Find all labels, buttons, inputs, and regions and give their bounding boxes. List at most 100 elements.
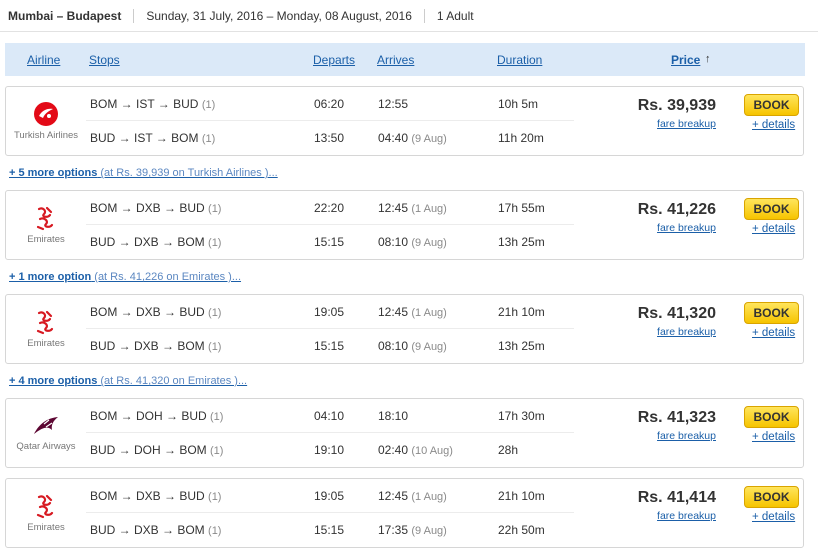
passenger-count: 1 Adult xyxy=(436,8,474,23)
airline-logo: Turkish Airlines xyxy=(6,87,86,155)
emirates-icon xyxy=(35,309,57,335)
depart-time: 06:20 xyxy=(314,97,345,111)
arrive-time: 12:45 (1 Aug) xyxy=(378,305,447,319)
emirates-icon xyxy=(35,493,57,519)
depart-time: 19:05 xyxy=(314,305,345,319)
fare-breakup-link[interactable]: fare breakup xyxy=(596,222,716,234)
details-link[interactable]: + details xyxy=(752,431,795,443)
fare-breakup-link[interactable]: fare breakup xyxy=(596,430,716,442)
arrive-date-note: (9 Aug) xyxy=(411,133,447,145)
more-options-detail: (at Rs. 41,226 on Emirates )... xyxy=(94,271,242,283)
details-link[interactable]: + details xyxy=(752,223,795,235)
flight-leg-row[interactable]: BUD → IST → BOM (1) 13:50 04:40 (9 Aug) 11h… xyxy=(86,121,574,155)
arrive-date-note: (9 Aug) xyxy=(411,341,447,353)
sort-airline-link[interactable]: Airline xyxy=(27,53,60,67)
search-summary-bar: Mumbai – Budapest Sunday, 31 July, 2016 … xyxy=(0,0,818,32)
more-options-link[interactable]: + 4 more options (at Rs. 41,320 on Emira… xyxy=(9,375,247,387)
more-options-count: + 5 more options xyxy=(9,167,98,179)
flight-leg-row[interactable]: BUD → DXB → BOM (1) 15:15 17:35 (9 Aug) 22h… xyxy=(86,513,574,547)
price-amount: Rs. 41,414 xyxy=(637,489,716,506)
flight-leg-row[interactable]: BUD → DXB → BOM (1) 15:15 08:10 (9 Aug) 13h… xyxy=(86,225,574,259)
leg-route: BUD → DXB → BOM (1) xyxy=(90,339,222,353)
stop-count: (1) xyxy=(201,133,216,145)
flight-leg-row[interactable]: BOM → DOH → BUD (1) 04:10 18:10 17h 30m xyxy=(86,399,574,433)
arrive-time: 12:45 (1 Aug) xyxy=(378,201,447,215)
leg-route: BOM → DXB → BUD (1) xyxy=(90,489,222,503)
airline-logo: Emirates xyxy=(6,479,86,547)
flight-leg-row[interactable]: BOM → DXB → BUD (1) 19:05 12:45 (1 Aug) 21h… xyxy=(86,479,574,513)
airline-name: Turkish Airlines xyxy=(13,130,79,141)
route-title: Mumbai – Budapest xyxy=(8,8,122,23)
result-card: Emirates BOM → DXB → BUD (1) 19:05 12:45 (1… xyxy=(5,294,804,364)
arrive-time: 12:55 xyxy=(378,97,409,111)
details-link[interactable]: + details xyxy=(752,511,795,523)
flight-leg-row[interactable]: BOM → DXB → BUD (1) 19:05 12:45 (1 Aug) 21h… xyxy=(86,295,574,329)
sort-stops-link[interactable]: Stops xyxy=(89,53,120,67)
arrive-time: 17:35 (9 Aug) xyxy=(378,523,447,537)
more-options-detail: (at Rs. 41,320 on Emirates )... xyxy=(100,375,248,387)
leg-duration: 22h 50m xyxy=(498,523,545,537)
stop-count: (1) xyxy=(208,491,222,503)
airline-name: Emirates xyxy=(27,338,65,349)
leg-duration: 11h 20m xyxy=(498,131,544,145)
sort-price-link[interactable]: Price xyxy=(671,53,700,67)
depart-time: 15:15 xyxy=(314,235,345,249)
result-card: Emirates BOM → DXB → BUD (1) 19:05 12:45 (1… xyxy=(5,478,804,548)
fare-breakup-link[interactable]: fare breakup xyxy=(596,510,716,522)
flight-leg-row[interactable]: BUD → DOH → BOM (1) 19:10 02:40 (10 Aug) 28… xyxy=(86,433,574,467)
stop-count: (1) xyxy=(208,237,222,249)
more-options-link[interactable]: + 5 more options (at Rs. 39,939 on Turki… xyxy=(9,167,278,179)
more-options-count: + 4 more options xyxy=(9,375,98,387)
airline-name: Emirates xyxy=(27,234,65,245)
stop-count: (1) xyxy=(208,341,222,353)
airline-logo: Qatar Airways xyxy=(6,399,86,467)
fare-breakup-link[interactable]: fare breakup xyxy=(596,326,716,338)
sort-departs-link[interactable]: Departs xyxy=(313,53,355,67)
arrive-date-note: (1 Aug) xyxy=(411,491,447,503)
book-button[interactable]: BOOK xyxy=(744,302,799,324)
depart-time: 15:15 xyxy=(314,339,345,353)
sort-ascending-icon: ↑ xyxy=(705,53,711,65)
details-link[interactable]: + details xyxy=(752,119,795,131)
book-button[interactable]: BOOK xyxy=(744,198,799,220)
arrive-date-note: (1 Aug) xyxy=(411,307,447,319)
depart-time: 22:20 xyxy=(314,201,345,215)
flight-leg-row[interactable]: BUD → DXB → BOM (1) 15:15 08:10 (9 Aug) 13h… xyxy=(86,329,574,363)
stop-count: (1) xyxy=(208,525,222,537)
leg-duration: 21h 10m xyxy=(498,305,545,319)
result-card: Emirates BOM → DXB → BUD (1) 22:20 12:45 (1… xyxy=(5,190,804,260)
result-card: Turkish Airlines BOM → IST → BUD (1) 06:20… xyxy=(5,86,804,156)
leg-route: BUD → DXB → BOM (1) xyxy=(90,523,222,537)
arrive-time: 18:10 xyxy=(378,409,409,423)
stop-count: (1) xyxy=(210,445,224,457)
depart-time: 15:15 xyxy=(314,523,345,537)
arrive-time: 04:40 (9 Aug) xyxy=(378,131,447,145)
emirates-icon xyxy=(35,205,57,231)
fare-breakup-link[interactable]: fare breakup xyxy=(596,118,716,130)
flight-leg-row[interactable]: BOM → IST → BUD (1) 06:20 12:55 10h 5m xyxy=(86,87,574,121)
price-box: Rs. 41,320 fare breakup xyxy=(596,305,716,338)
sort-arrives-link[interactable]: Arrives xyxy=(377,53,414,67)
depart-time: 04:10 xyxy=(314,409,345,423)
arrive-date-note: (9 Aug) xyxy=(411,525,447,537)
leg-route: BOM → DOH → BUD (1) xyxy=(90,409,224,423)
sort-duration-link[interactable]: Duration xyxy=(497,53,542,67)
book-button[interactable]: BOOK xyxy=(744,94,799,116)
travel-dates: Sunday, 31 July, 2016 – Monday, 08 Augus… xyxy=(146,8,412,23)
price-box: Rs. 41,414 fare breakup xyxy=(596,489,716,522)
flight-leg-row[interactable]: BOM → DXB → BUD (1) 22:20 12:45 (1 Aug) 17h… xyxy=(86,191,574,225)
details-link[interactable]: + details xyxy=(752,327,795,339)
leg-route: BOM → DXB → BUD (1) xyxy=(90,305,222,319)
book-button[interactable]: BOOK xyxy=(744,486,799,508)
price-box: Rs. 39,939 fare breakup xyxy=(596,97,716,130)
stop-count: (1) xyxy=(210,411,224,423)
book-button[interactable]: BOOK xyxy=(744,406,799,428)
airline-logo: Emirates xyxy=(6,295,86,363)
arrive-time: 12:45 (1 Aug) xyxy=(378,489,447,503)
more-options-link[interactable]: + 1 more option (at Rs. 41,226 on Emirat… xyxy=(9,271,241,283)
airline-name: Emirates xyxy=(27,522,65,533)
qatar-airways-icon xyxy=(31,414,61,438)
arrive-time: 02:40 (10 Aug) xyxy=(378,443,453,457)
price-box: Rs. 41,226 fare breakup xyxy=(596,201,716,234)
leg-duration: 17h 30m xyxy=(498,409,545,423)
